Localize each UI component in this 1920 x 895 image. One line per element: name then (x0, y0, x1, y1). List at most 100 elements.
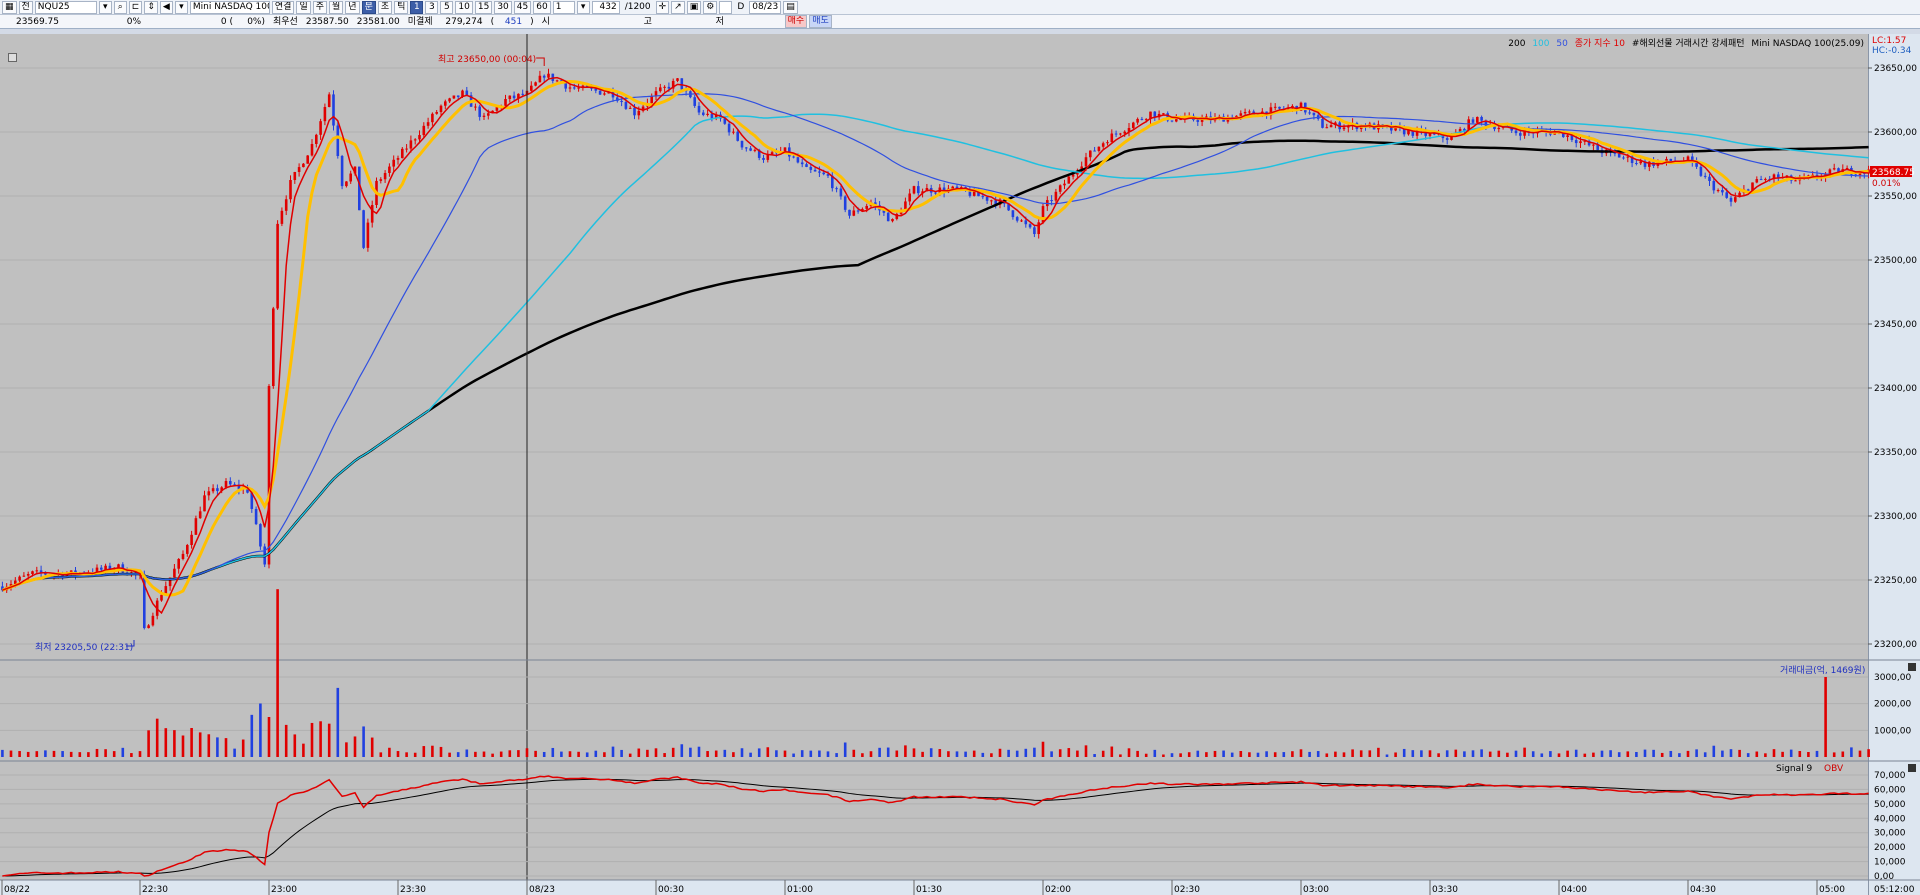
candle (1127, 123, 1131, 137)
volume-bar (990, 753, 993, 757)
candle-body (379, 179, 383, 181)
volume-bar (1119, 754, 1122, 757)
candle-body (1832, 168, 1836, 170)
candle-body (818, 171, 821, 173)
volume-bar (1832, 752, 1836, 757)
volume-bar (1024, 748, 1028, 757)
volume-bar (1592, 752, 1595, 757)
candle (1140, 116, 1144, 121)
volume-bar (843, 742, 847, 757)
volume-bar (1127, 748, 1131, 757)
volume-bar (766, 747, 770, 757)
candle (706, 109, 709, 117)
volume-bar (336, 687, 340, 757)
candle (1815, 170, 1819, 181)
candle-body (1708, 176, 1711, 181)
candle-body (740, 140, 744, 148)
volume-bar (1583, 753, 1587, 757)
candle-body (1136, 118, 1139, 123)
volume-bar (1007, 749, 1010, 757)
volume-bar (1789, 749, 1793, 757)
obv-tick-label: 0,00 (1874, 872, 1894, 882)
candle-body (207, 491, 211, 496)
volume-bar (1170, 753, 1174, 757)
candle-body (981, 196, 985, 198)
candle-body (1084, 157, 1088, 167)
volume-bar (1411, 750, 1415, 757)
candle-body (422, 125, 426, 136)
volume-bar (1798, 751, 1802, 757)
volume-bar (491, 753, 494, 757)
candle-body (1196, 120, 1200, 122)
candle (895, 212, 899, 221)
candle (194, 515, 198, 535)
candle (190, 530, 193, 549)
volume-bar (130, 753, 133, 757)
volume-bar (1703, 752, 1707, 757)
obv-tick-label: 20,000 (1874, 843, 1906, 853)
candle (396, 155, 400, 165)
candle (173, 563, 176, 578)
candle-body (31, 571, 34, 575)
candle-body (1325, 127, 1329, 129)
candle-body (1592, 144, 1595, 146)
price-chart[interactable]: 23650,00 23600,00 23550,00 23500,00 23450,00… (0, 0, 1920, 895)
candle-body (800, 162, 804, 165)
panel-toggle-icon (1908, 764, 1916, 772)
volume-bar (353, 736, 357, 757)
candle-body (835, 188, 838, 190)
volume-tick-label: 2000,00 (1874, 700, 1911, 710)
candle-body (822, 172, 825, 175)
candle (302, 163, 305, 168)
candle-body (1497, 127, 1501, 130)
obv-tick-label: 10,000 (1874, 858, 1906, 868)
candle-body (405, 148, 408, 150)
candle-body (1635, 163, 1638, 165)
candle-body (151, 615, 155, 626)
volume-bar (1549, 751, 1552, 757)
candle (697, 102, 701, 116)
obv-tick-label: 40,000 (1874, 814, 1906, 824)
candle (547, 68, 550, 80)
candle (1028, 223, 1032, 229)
candle (413, 138, 417, 145)
candle-body (426, 122, 430, 126)
volume-bar (508, 750, 512, 757)
candle (1708, 173, 1711, 187)
volume-bar (26, 751, 30, 757)
candle-body (1114, 133, 1118, 135)
volume-bar (207, 734, 211, 757)
volume-bar (1015, 750, 1019, 757)
volume-bar (1213, 750, 1217, 757)
candle-body (508, 95, 512, 100)
candle-body (100, 567, 103, 570)
candle (912, 185, 916, 195)
candle (848, 209, 851, 219)
volume-bar (259, 703, 262, 757)
volume-bar (852, 749, 856, 757)
candle (1471, 117, 1475, 124)
candle-body (891, 218, 894, 222)
candle (306, 155, 309, 164)
volume-bar (1540, 753, 1544, 757)
volume-bar (809, 750, 813, 757)
candle (1015, 215, 1019, 223)
candle (1200, 114, 1204, 127)
candle-body (934, 192, 937, 194)
volume-bar (302, 743, 305, 757)
candle-body (190, 534, 193, 546)
volume-bar (1471, 750, 1475, 757)
volume-bar (319, 721, 322, 757)
candle-body (1828, 169, 1832, 174)
candle-body (1703, 175, 1707, 177)
candle-body (1093, 150, 1096, 152)
volume-bar (1643, 749, 1647, 757)
candle (1093, 146, 1096, 152)
candle (762, 154, 765, 163)
candle-body (917, 186, 920, 194)
ma5-line (2, 76, 1869, 615)
candle-body (224, 481, 228, 488)
candle (289, 175, 292, 203)
candle-body (1794, 180, 1797, 182)
candle (745, 146, 748, 152)
